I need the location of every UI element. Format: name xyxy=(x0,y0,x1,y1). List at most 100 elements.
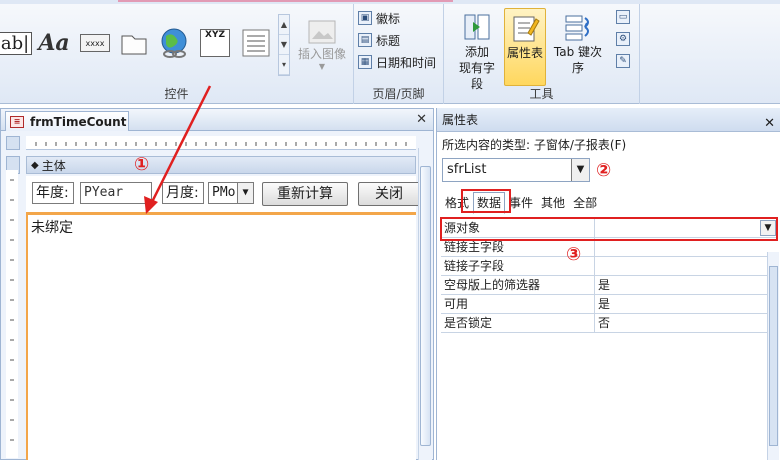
highlight-source-object-row xyxy=(440,217,778,241)
property-value[interactable]: 否 xyxy=(595,314,777,332)
filter-controls-area: 年度: PYear 月度: PMo ▼ 重新计算 关闭 xyxy=(26,176,420,210)
property-sheet-icon xyxy=(510,13,540,43)
form-icon: ≡ xyxy=(10,115,24,128)
code-icon: ⚙ xyxy=(616,32,630,46)
chevron-down-icon[interactable]: ▼ xyxy=(571,159,589,181)
label-control-button[interactable]: Aa xyxy=(36,26,72,60)
list-control-button[interactable] xyxy=(238,26,274,60)
image-icon xyxy=(308,20,336,44)
year-textbox[interactable]: PYear xyxy=(80,182,152,204)
designer-vertical-scrollbar[interactable] xyxy=(418,148,432,460)
scrollbar-thumb[interactable] xyxy=(769,266,778,446)
tab-order-button[interactable]: Tab 键次序 xyxy=(548,8,608,86)
view-code-button[interactable]: ⚙ xyxy=(614,30,632,48)
button-glyph: xxxx xyxy=(80,34,110,52)
property-name: 是否锁定 xyxy=(441,314,595,332)
annotation-number-1: ① xyxy=(134,154,150,175)
header-footer-group-label: 页眉/页脚 xyxy=(372,87,425,101)
subform-control-sfrlist[interactable]: 未绑定 xyxy=(26,215,416,460)
insert-image-label: 插入图像 xyxy=(297,47,346,61)
property-value[interactable] xyxy=(595,257,777,275)
title-button[interactable]: ▤ 标题 xyxy=(358,30,400,50)
tools-group: 添加 现有字段 属性表 Tab 键次序 ▭ ⚙ ✎ 工具 xyxy=(444,4,640,104)
property-row-filter-on-empty-master[interactable]: 空母版上的筛选器 是 xyxy=(441,276,777,295)
tab-order-icon xyxy=(563,12,593,42)
object-selector-value: sfrList xyxy=(447,162,487,177)
object-selector-combobox[interactable]: sfrList ▼ xyxy=(442,158,590,182)
highlight-data-tab xyxy=(461,189,511,213)
convert-macros-button[interactable]: ✎ xyxy=(614,52,632,70)
textbox-control-button[interactable]: ab| xyxy=(0,26,33,60)
detail-section-bar[interactable]: ◆ 主体 xyxy=(26,156,416,174)
property-value[interactable]: 是 xyxy=(595,276,777,294)
insert-image-button[interactable]: 插入图像 ▼ xyxy=(296,10,348,80)
property-name: 可用 xyxy=(441,295,595,313)
add-existing-fields-button[interactable]: 添加 现有字段 xyxy=(456,8,498,91)
property-row-locked[interactable]: 是否锁定 否 xyxy=(441,314,777,333)
datetime-button[interactable]: ▦ 日期和时间 xyxy=(358,52,436,72)
button-control-button[interactable]: xxxx xyxy=(78,26,112,60)
close-icon[interactable]: ✕ xyxy=(764,112,775,136)
add-fields-icon xyxy=(462,12,492,42)
calendar-icon: ▦ xyxy=(358,55,372,69)
document-tab-bar: ≡ frmTimeCount ✕ xyxy=(1,109,433,131)
vertical-ruler xyxy=(6,170,18,458)
tab-control-button[interactable] xyxy=(118,26,150,60)
option-group-glyph: XYZ xyxy=(200,29,230,57)
controls-group: ab| Aa xxxx XYZ ▲ ▼ ▾ 插入图像 ▼ 控件 xyxy=(0,4,354,104)
macro-icon: ✎ xyxy=(616,54,630,68)
vertical-ruler-ticks xyxy=(10,179,14,441)
document-tab-frmtimecount[interactable]: ≡ frmTimeCount xyxy=(5,111,129,131)
chevron-up-icon[interactable]: ▲ xyxy=(279,15,289,35)
title-label: 标题 xyxy=(376,33,401,48)
logo-button[interactable]: ▣ 徽标 xyxy=(358,8,400,28)
property-sheet-button[interactable]: 属性表 xyxy=(504,8,546,86)
scrollbar-thumb[interactable] xyxy=(420,166,431,446)
context-tab-line xyxy=(118,0,453,2)
textbox-glyph: ab| xyxy=(0,31,33,55)
horizontal-ruler xyxy=(26,136,416,150)
property-sheet-label: 属性表 xyxy=(506,46,543,60)
tab-order-label: Tab 键次序 xyxy=(553,45,603,75)
globe-link-icon xyxy=(161,28,187,58)
property-sheet-scrollbar[interactable] xyxy=(767,252,779,460)
add-fields-label-line1: 添加 xyxy=(464,45,489,59)
logo-icon: ▣ xyxy=(358,11,372,25)
property-value[interactable]: 是 xyxy=(595,295,777,313)
hyperlink-control-button[interactable] xyxy=(156,26,192,60)
tab-all[interactable]: 全部 xyxy=(569,192,601,214)
form-selector[interactable] xyxy=(6,136,20,150)
title-icon: ▤ xyxy=(358,33,372,47)
option-group-button[interactable]: XYZ xyxy=(198,26,232,60)
detail-section[interactable]: 年度: PYear 月度: PMo ▼ 重新计算 关闭 未绑定 xyxy=(26,176,420,460)
gallery-more-icon[interactable]: ▾ xyxy=(279,55,289,75)
tools-group-label: 工具 xyxy=(529,87,554,101)
folder-tab-icon xyxy=(121,35,147,55)
logo-label: 徽标 xyxy=(376,11,401,26)
close-icon[interactable]: ✕ xyxy=(416,112,427,127)
annotation-number-3: ③ xyxy=(566,244,582,265)
controls-group-label: 控件 xyxy=(164,87,189,101)
month-label[interactable]: 月度: xyxy=(162,182,204,204)
month-value: PMo xyxy=(212,185,236,200)
month-combobox[interactable]: PMo ▼ xyxy=(208,182,254,204)
property-row-link-child-fields[interactable]: 链接子字段 xyxy=(441,257,777,276)
chevron-down-icon[interactable]: ▼ xyxy=(237,183,253,203)
list-box-icon xyxy=(242,29,270,57)
unbound-text: 未绑定 xyxy=(31,220,73,236)
chevron-down-icon[interactable]: ▼ xyxy=(279,35,289,55)
subform-new-window-button[interactable]: ▭ xyxy=(614,8,632,26)
close-form-button[interactable]: 关闭 xyxy=(358,182,420,206)
property-name: 空母版上的筛选器 xyxy=(441,276,595,294)
property-sheet-title: 属性表 ✕ xyxy=(437,108,780,132)
recalculate-button[interactable]: 重新计算 xyxy=(262,182,348,206)
tab-other[interactable]: 其他 xyxy=(537,192,569,214)
ruler-ticks xyxy=(35,142,407,146)
header-footer-group: ▣ 徽标 ▤ 标题 ▦ 日期和时间 页眉/页脚 xyxy=(354,4,444,104)
document-tab-title: frmTimeCount xyxy=(30,114,127,129)
section-arrow-icon: ◆ xyxy=(31,159,39,171)
controls-gallery-scroll[interactable]: ▲ ▼ ▾ xyxy=(278,14,290,76)
annotation-number-2: ② xyxy=(596,160,612,181)
year-label[interactable]: 年度: xyxy=(32,182,74,204)
property-row-enabled[interactable]: 可用 是 xyxy=(441,295,777,314)
